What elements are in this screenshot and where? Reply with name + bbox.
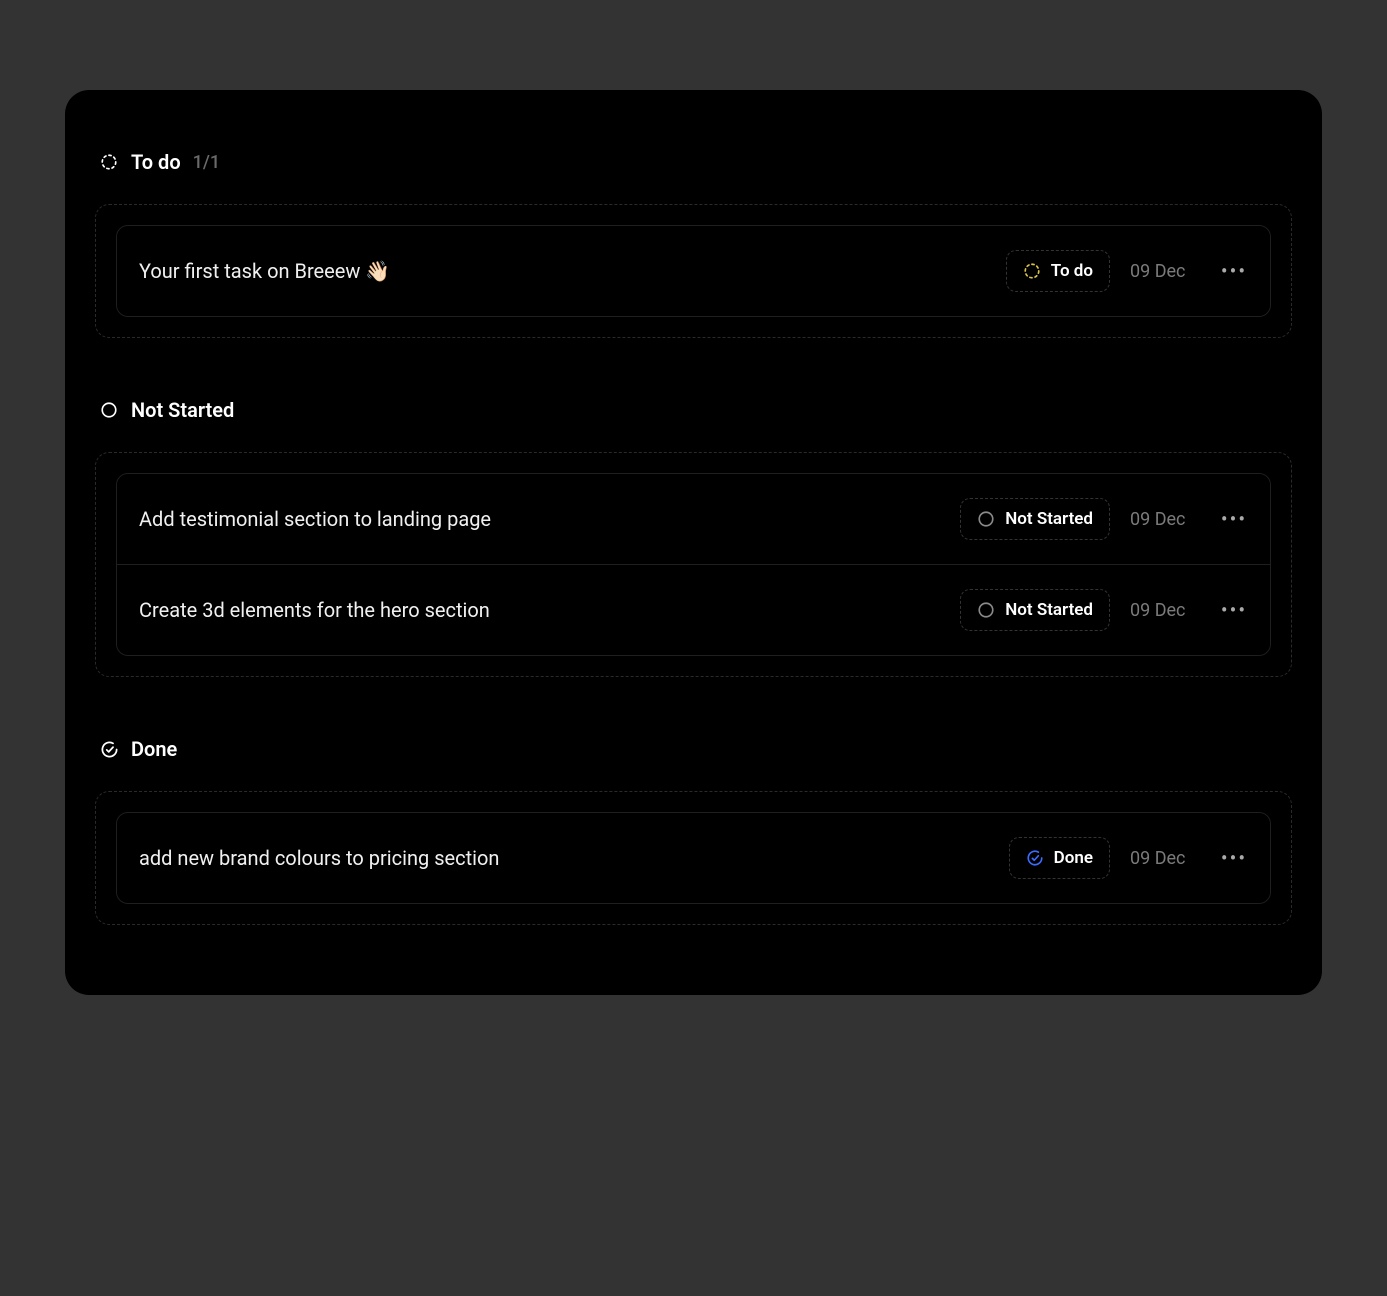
more-icon: ••• (1221, 600, 1247, 620)
section-done: Done add new brand colours to pricing se… (95, 737, 1292, 925)
section-not-started: Not Started Add testimonial section to l… (95, 398, 1292, 677)
section-title: Not Started (131, 398, 234, 422)
dashed-circle-icon (99, 152, 119, 172)
task-title: Create 3d elements for the hero section (139, 598, 940, 622)
task-date: 09 Dec (1130, 509, 1200, 530)
status-label: Not Started (1005, 600, 1093, 620)
check-circle-icon (99, 739, 119, 759)
section-body: add new brand colours to pricing section… (95, 791, 1292, 925)
more-icon: ••• (1221, 509, 1247, 529)
section-header: To do 1/1 (95, 150, 1292, 174)
task-row[interactable]: Your first task on Breeew 👋🏻 To do 09 De… (117, 226, 1270, 316)
section-title: To do (131, 150, 181, 174)
task-row[interactable]: add new brand colours to pricing section… (117, 813, 1270, 903)
task-title: Add testimonial section to landing page (139, 507, 940, 531)
status-pill[interactable]: Done (1009, 837, 1110, 879)
empty-circle-icon (977, 510, 995, 528)
dashed-circle-icon (1023, 262, 1041, 280)
task-panel: To do 1/1 Your first task on Breeew 👋🏻 T… (65, 90, 1322, 995)
status-pill[interactable]: To do (1006, 250, 1110, 292)
empty-circle-icon (99, 400, 119, 420)
more-button[interactable]: ••• (1220, 505, 1248, 533)
more-button[interactable]: ••• (1220, 596, 1248, 624)
section-todo: To do 1/1 Your first task on Breeew 👋🏻 T… (95, 150, 1292, 338)
task-row[interactable]: Add testimonial section to landing page … (117, 474, 1270, 564)
section-count: 1/1 (193, 152, 220, 173)
task-list: Add testimonial section to landing page … (116, 473, 1271, 656)
status-label: Done (1054, 848, 1093, 868)
section-header: Not Started (95, 398, 1292, 422)
status-pill[interactable]: Not Started (960, 498, 1110, 540)
check-circle-icon (1026, 849, 1044, 867)
task-list: Your first task on Breeew 👋🏻 To do 09 De… (116, 225, 1271, 317)
empty-circle-icon (977, 601, 995, 619)
more-icon: ••• (1221, 848, 1247, 868)
more-button[interactable]: ••• (1220, 844, 1248, 872)
status-label: To do (1051, 261, 1093, 281)
section-body: Your first task on Breeew 👋🏻 To do 09 De… (95, 204, 1292, 338)
more-button[interactable]: ••• (1220, 257, 1248, 285)
status-pill[interactable]: Not Started (960, 589, 1110, 631)
task-date: 09 Dec (1130, 261, 1200, 282)
status-label: Not Started (1005, 509, 1093, 529)
task-list: add new brand colours to pricing section… (116, 812, 1271, 904)
task-title: Your first task on Breeew 👋🏻 (139, 259, 986, 283)
task-row[interactable]: Create 3d elements for the hero section … (117, 564, 1270, 655)
section-body: Add testimonial section to landing page … (95, 452, 1292, 677)
section-title: Done (131, 737, 177, 761)
more-icon: ••• (1221, 261, 1247, 281)
task-title: add new brand colours to pricing section (139, 846, 989, 870)
task-date: 09 Dec (1130, 600, 1200, 621)
task-date: 09 Dec (1130, 848, 1200, 869)
section-header: Done (95, 737, 1292, 761)
